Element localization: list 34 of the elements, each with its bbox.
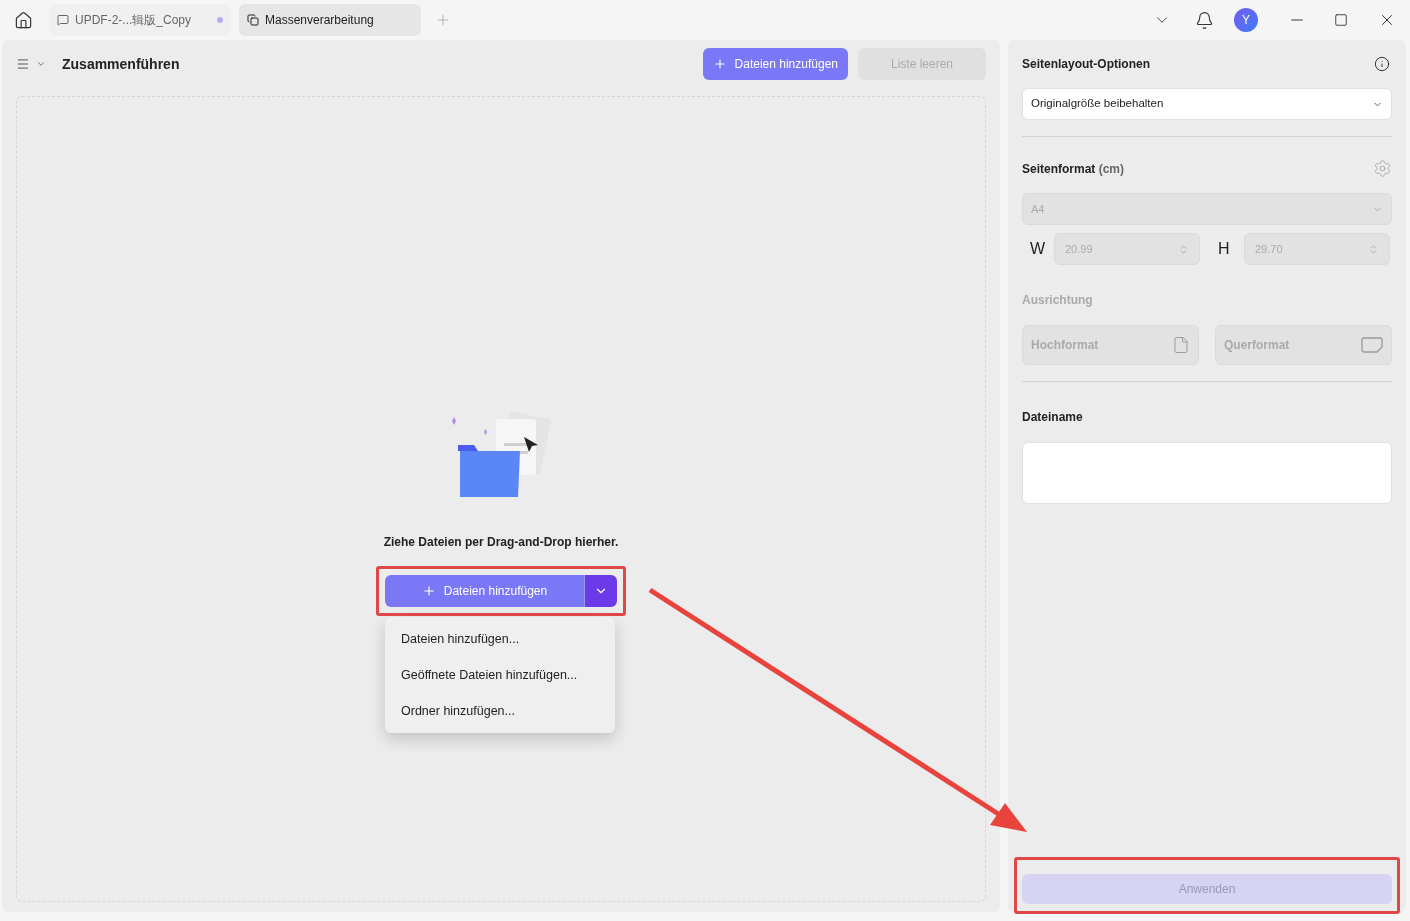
dropdown-toggle[interactable] xyxy=(585,575,617,607)
menu-item[interactable]: Geöffnete Dateien hinzufügen... xyxy=(385,657,615,693)
caret-icon[interactable] xyxy=(36,59,46,69)
drop-hint: Ziehe Dateien per Drag-and-Drop hierher. xyxy=(383,534,619,551)
comment-icon xyxy=(57,14,69,26)
landscape-page-icon xyxy=(1361,337,1383,353)
portrait-page-icon xyxy=(1172,335,1190,355)
tab[interactable]: Massenverarbeitung xyxy=(239,4,421,36)
settings-icon[interactable] xyxy=(1373,159,1392,178)
section-title: Seitenlayout-Optionen xyxy=(1022,56,1151,73)
maximize-icon[interactable] xyxy=(1334,13,1348,27)
plus-icon xyxy=(421,584,436,598)
width-label: W xyxy=(1029,239,1047,259)
section-title: Ausrichtung xyxy=(1022,292,1094,309)
user-avatar[interactable]: Y xyxy=(1234,8,1258,32)
drop-zone[interactable]: Ziehe Dateien per Drag-and-Drop hierher. Dateien hinzufügen Dateien hinzufügen... Geöffnete Dateien hinzufügen... Ordner hinzufügen... xyxy=(16,96,986,902)
section-title: Dateiname xyxy=(1022,409,1084,426)
tab[interactable]: UPDF-2-...辑版_Copy xyxy=(49,4,231,36)
add-files-button[interactable]: Dateien hinzufügen xyxy=(385,575,585,607)
section-title: Seitenformat (cm) xyxy=(1022,160,1126,178)
panel-title: Zusammenführen xyxy=(62,54,180,74)
notification-icon[interactable] xyxy=(1195,10,1214,30)
menu-icon[interactable] xyxy=(16,57,30,71)
height-label: H xyxy=(1217,239,1231,259)
plus-icon xyxy=(712,57,727,71)
home-icon[interactable] xyxy=(14,10,33,30)
filename-field[interactable] xyxy=(1022,442,1392,504)
menu-item[interactable]: Ordner hinzufügen... xyxy=(385,693,615,729)
add-files-button[interactable]: Dateien hinzufügen xyxy=(702,48,848,80)
copy-icon xyxy=(247,14,259,26)
stepper-icon[interactable] xyxy=(1368,243,1379,255)
info-icon[interactable] xyxy=(1374,56,1390,72)
stepper-icon[interactable] xyxy=(1178,243,1189,255)
menu-item[interactable]: Dateien hinzufügen... xyxy=(385,621,615,657)
